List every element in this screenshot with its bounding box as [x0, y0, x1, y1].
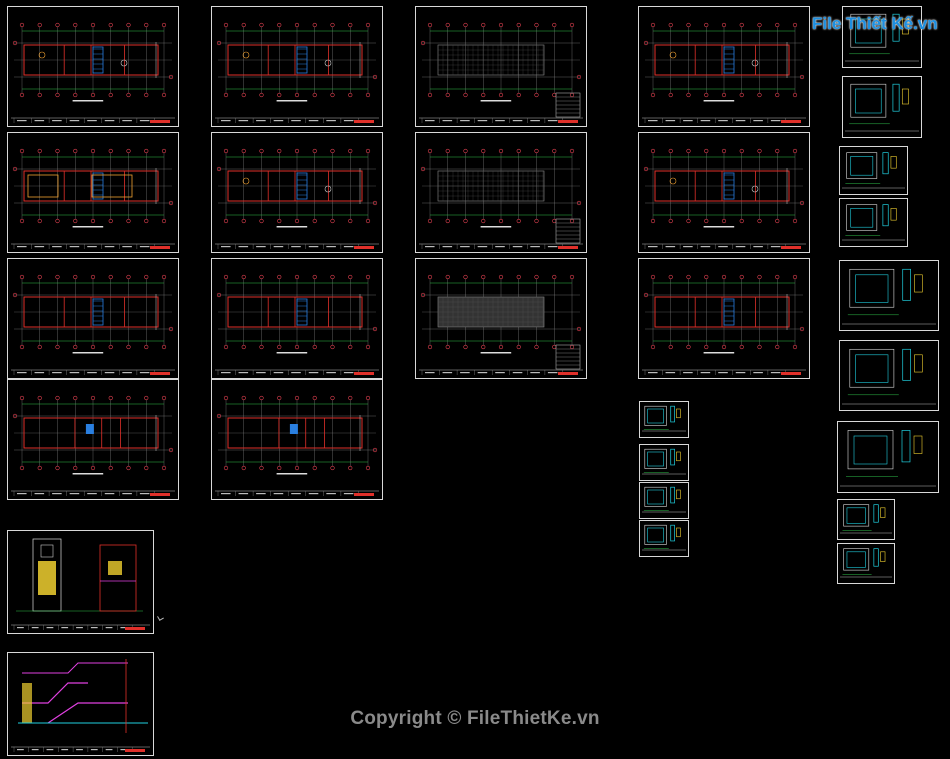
cad-drawing-canvas — [840, 548, 892, 578]
cad-drawing-canvas — [419, 22, 583, 123]
cad-drawing-canvas — [215, 148, 379, 249]
cad-drawing-canvas — [11, 274, 175, 375]
cad-drawing-canvas — [419, 274, 583, 375]
drawing-sheet-plan[interactable] — [415, 132, 587, 253]
cad-drawing-canvas — [845, 83, 919, 132]
drawing-sheet-section[interactable] — [7, 652, 154, 756]
cad-drawing-canvas — [11, 659, 150, 752]
drawing-sheet-detail[interactable] — [837, 499, 895, 540]
cad-drawing-canvas — [419, 148, 583, 249]
drawing-sheet-plan[interactable] — [7, 6, 179, 127]
drawing-sheet-detail[interactable] — [839, 146, 908, 195]
cad-drawing-canvas — [842, 268, 936, 325]
drawing-sheet-plan[interactable] — [415, 258, 587, 379]
drawing-sheet-detail[interactable] — [639, 482, 689, 519]
cad-drawing-canvas — [642, 274, 806, 375]
drawing-sheet-plan[interactable] — [7, 258, 179, 379]
drawing-sheet-detail[interactable] — [837, 421, 939, 493]
drawing-sheet-plan[interactable] — [211, 258, 383, 379]
drawing-sheet-plan[interactable] — [7, 379, 179, 500]
cad-drawing-canvas — [840, 504, 892, 534]
drawing-sheet-plan[interactable] — [211, 379, 383, 500]
drawing-sheet-detail[interactable] — [839, 198, 908, 247]
drawing-sheet-plan[interactable] — [211, 132, 383, 253]
cad-drawing-canvas — [11, 148, 175, 249]
cad-drawing-canvas — [840, 430, 936, 487]
drawing-sheet-detail[interactable] — [639, 520, 689, 557]
drawing-sheet-detail[interactable] — [639, 444, 689, 481]
drawing-sheet-elevation[interactable] — [7, 530, 154, 634]
copyright-watermark: Copyright © FileThietKe.vn — [350, 708, 600, 729]
drawing-sheet-plan[interactable] — [7, 132, 179, 253]
cad-drawing-canvas — [642, 524, 686, 551]
cursor-mark-icon — [157, 614, 164, 621]
drawing-sheet-detail[interactable] — [837, 543, 895, 584]
cad-drawing-canvas — [11, 22, 175, 123]
cad-drawing-canvas — [642, 405, 686, 432]
drawing-sheet-plan[interactable] — [211, 6, 383, 127]
drawing-sheet-detail[interactable] — [639, 401, 689, 438]
cad-drawing-canvas — [215, 395, 379, 496]
drawing-sheet-plan[interactable] — [638, 258, 810, 379]
cad-drawing-canvas — [11, 538, 150, 630]
cad-drawing-canvas — [842, 152, 905, 189]
brand-logo: File Thiết Kế.vn — [812, 14, 938, 40]
cad-drawing-canvas — [642, 486, 686, 513]
cad-drawing-canvas — [642, 148, 806, 249]
cad-drawing-canvas — [11, 395, 175, 496]
drawing-sheet-detail[interactable] — [839, 340, 939, 411]
brand-logo-text: File Thiết Kế.vn — [812, 14, 938, 33]
cad-drawing-canvas — [215, 274, 379, 375]
cad-drawing-canvas — [642, 448, 686, 475]
cad-drawing-canvas — [842, 348, 936, 405]
cad-drawing-canvas — [215, 22, 379, 123]
drawing-sheet-plan[interactable] — [415, 6, 587, 127]
drawing-sheet-plan[interactable] — [638, 6, 810, 127]
cad-drawing-canvas — [842, 204, 905, 241]
drawing-sheet-detail[interactable] — [839, 260, 939, 331]
drawing-sheet-plan[interactable] — [638, 132, 810, 253]
cad-drawing-canvas — [642, 22, 806, 123]
drawing-sheet-detail[interactable] — [842, 76, 922, 138]
